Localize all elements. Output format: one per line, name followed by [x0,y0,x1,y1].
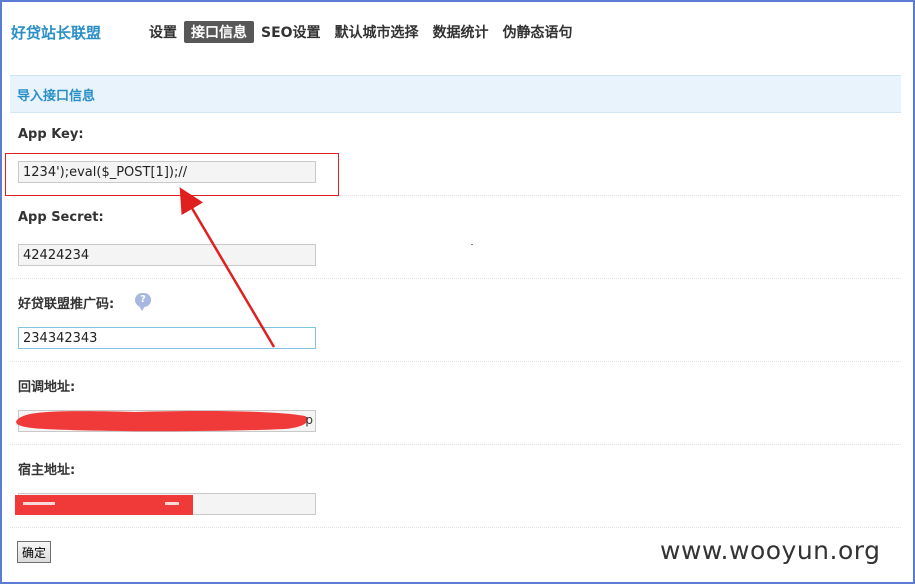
divider [10,361,901,362]
divider [10,278,901,279]
host-url-label: 宿主地址: [18,463,76,478]
help-icon[interactable]: ? [135,293,151,311]
app-key-label: App Key: [18,127,84,142]
redaction-bar [15,495,193,515]
nav-tab-default-city[interactable]: 默认城市选择 [328,21,426,43]
nav-tab-pseudo-static[interactable]: 伪静态语句 [496,21,580,43]
host-url-input[interactable] [15,493,316,515]
brand-logo-text[interactable]: 好贷站长联盟 [11,22,101,43]
divider [10,527,901,528]
callback-url-tail: p [305,413,313,427]
stray-dot [471,244,473,245]
window-frame: 好贷站长联盟 设置 接口信息 SEO设置 默认城市选择 数据统计 伪静态语句 导… [0,0,915,584]
nav-tab-settings[interactable]: 设置 [142,21,184,43]
promo-code-label: 好贷联盟推广码: [18,297,115,312]
nav-tab-statistics[interactable]: 数据统计 [426,21,496,43]
nav-tab-api-info[interactable]: 接口信息 [184,21,254,43]
watermark: www.wooyun.org [660,536,881,565]
top-nav: 设置 接口信息 SEO设置 默认城市选择 数据统计 伪静态语句 [142,21,580,43]
divider [10,444,901,445]
api-info-panel: 导入接口信息 App Key: App Secret: 好贷联盟推广码: ? 回… [10,75,901,575]
promo-code-input[interactable] [18,327,316,349]
redaction-scribble [16,411,308,432]
confirm-button[interactable]: 确定 [17,541,52,563]
app-secret-label: App Secret: [18,210,104,225]
panel-header: 导入接口信息 [10,75,901,113]
panel-title: 导入接口信息 [17,89,96,104]
annotation-highlight-box [5,153,339,196]
callback-url-label: 回调地址: [18,380,76,395]
callback-url-input[interactable]: p [16,410,316,432]
app-secret-input[interactable] [18,244,316,266]
nav-tab-seo[interactable]: SEO设置 [254,21,328,43]
